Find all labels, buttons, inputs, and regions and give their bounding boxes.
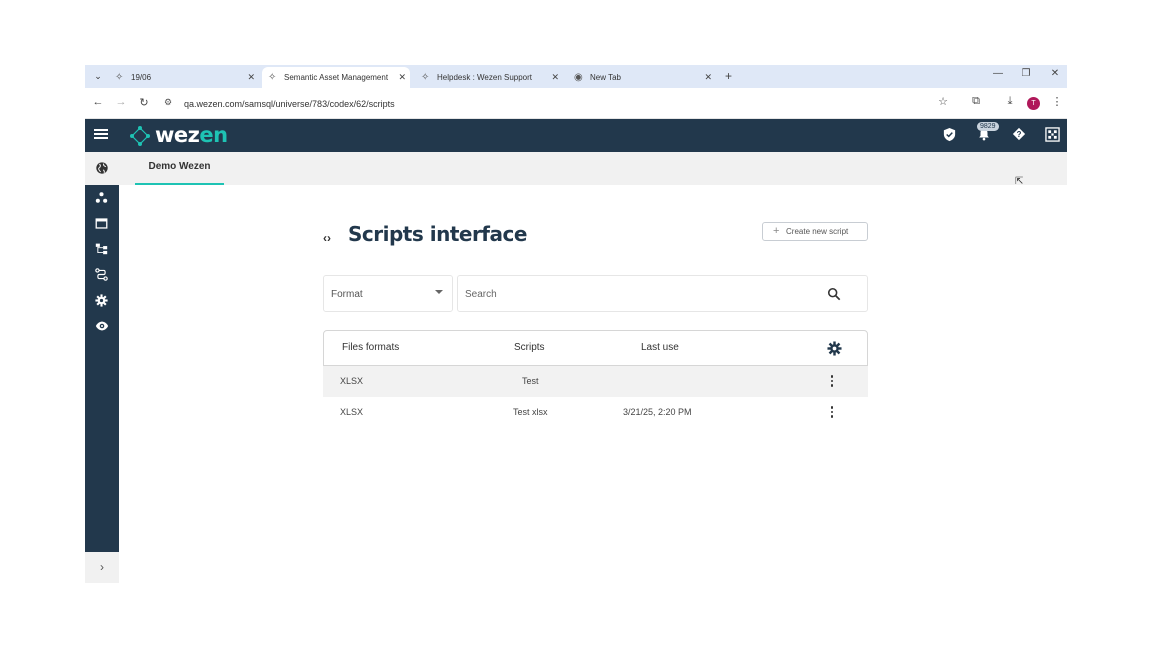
format-select[interactable]: Format [323, 275, 453, 312]
url-text: qa.wezen.com/samsql/universe/783/codex/6… [184, 99, 395, 109]
scripts-table: Files formats Scripts Last use XLSX Test… [323, 330, 868, 428]
table-row[interactable]: XLSX Test xlsx 3/21/25, 2:20 PM [323, 397, 868, 428]
plus-icon: + [773, 225, 780, 237]
tab-label: Semantic Asset Management [284, 73, 389, 82]
bookmark-star-icon[interactable]: ☆ [935, 95, 951, 108]
project-tab[interactable]: Demo Wezen [135, 152, 224, 185]
svg-text:?: ? [1016, 130, 1021, 139]
extensions-icon[interactable]: ⧉ [968, 95, 984, 108]
route-icon[interactable] [94, 268, 109, 283]
page-title: Scripts interface [348, 222, 527, 246]
notification-badge: 9829 [977, 122, 999, 131]
close-tab-icon[interactable]: ✕ [247, 67, 255, 88]
column-header-scripts[interactable]: Scripts [514, 342, 545, 353]
tab-search-chevron-icon[interactable]: ⌄ [91, 69, 105, 83]
create-new-script-button[interactable]: + Create new script [762, 222, 868, 241]
expand-sidebar-chevron-icon[interactable]: › [85, 552, 119, 583]
browser-tab-3[interactable]: ✧ Helpdesk : Wezen Support ✕ [415, 67, 563, 88]
wezen-logo-mark-icon [130, 126, 150, 146]
sidebar [85, 185, 119, 552]
format-placeholder: Format [331, 289, 363, 300]
tab-label: 19/06 [131, 73, 152, 82]
column-header-files-formats[interactable]: Files formats [342, 342, 399, 353]
close-tab-icon[interactable]: ✕ [551, 67, 559, 88]
browser-menu-icon[interactable]: ⋮ [1049, 95, 1065, 108]
wezen-favicon-icon: ✧ [115, 72, 124, 83]
tab-strip: ⌄ ✧ 19/06 ✕ ✧ Semantic Asset Management … [85, 65, 1067, 88]
logo-text: wezen [155, 123, 228, 147]
url-field[interactable]: ⚙ qa.wezen.com/samsql/universe/783/codex… [158, 93, 958, 115]
caret-down-icon [435, 290, 443, 294]
tab-label: Helpdesk : Wezen Support [437, 73, 533, 82]
forward-icon[interactable]: → [114, 96, 128, 108]
cell-last-use: 3/21/25, 2:20 PM [623, 407, 692, 417]
cell-script: Test xlsx [513, 407, 548, 417]
search-placeholder: Search [465, 289, 497, 300]
tab-label: New Tab [590, 73, 621, 82]
restore-icon[interactable]: ❐ [1019, 68, 1033, 79]
code-brackets-icon: ‹› [323, 231, 331, 245]
project-tab-bar: Demo Wezen ⇱ [119, 152, 1067, 187]
close-window-icon[interactable]: ✕ [1048, 68, 1062, 79]
chrome-favicon-icon: ◉ [574, 72, 583, 83]
cell-script: Test [522, 376, 539, 386]
browser-tab-1[interactable]: ✧ 19/06 ✕ [109, 67, 259, 88]
settings-gear-icon[interactable] [94, 294, 109, 309]
window-icon[interactable] [94, 217, 109, 232]
address-bar: ← → ↻ ⚙ qa.wezen.com/samsql/universe/783… [85, 88, 1067, 119]
hamburger-menu-icon[interactable] [94, 127, 108, 141]
download-icon[interactable]: ⤓ [1002, 95, 1018, 108]
qr-grid-icon[interactable] [1044, 127, 1061, 144]
sidebar-top [85, 152, 119, 185]
new-tab-icon[interactable]: + [725, 67, 732, 86]
cell-format: XLSX [340, 407, 364, 417]
globe-icon[interactable] [94, 161, 109, 176]
browser-tab-4[interactable]: ◉ New Tab ✕ [568, 67, 716, 88]
column-header-last-use[interactable]: Last use [641, 342, 679, 353]
table-settings-gear-icon[interactable] [827, 341, 842, 356]
reload-icon[interactable]: ↻ [137, 96, 151, 109]
back-icon[interactable]: ← [91, 96, 105, 108]
hierarchy-icon[interactable] [94, 242, 109, 257]
shield-check-icon[interactable] [941, 127, 958, 144]
nodes-icon[interactable] [94, 191, 109, 206]
close-tab-icon[interactable]: ✕ [398, 67, 406, 88]
close-tab-icon[interactable]: ✕ [704, 67, 712, 88]
browser-window: ⌄ ✧ 19/06 ✕ ✧ Semantic Asset Management … [85, 65, 1067, 583]
profile-avatar[interactable]: T [1027, 97, 1040, 110]
search-icon[interactable] [827, 287, 841, 301]
wezen-favicon-icon: ✧ [268, 72, 277, 83]
create-button-label: Create new script [786, 227, 849, 236]
minimize-icon[interactable]: — [991, 68, 1005, 79]
cell-format: XLSX [340, 376, 364, 386]
row-menu-kebab-icon[interactable] [830, 375, 834, 388]
help-icon[interactable]: ? [1010, 127, 1027, 144]
eye-icon[interactable] [94, 319, 109, 334]
browser-tab-2[interactable]: ✧ Semantic Asset Management ✕ [262, 67, 410, 88]
wezen-favicon-icon: ✧ [421, 72, 430, 83]
table-header: Files formats Scripts Last use [323, 330, 868, 366]
row-menu-kebab-icon[interactable] [830, 406, 834, 419]
search-input[interactable]: Search [457, 275, 868, 312]
filter-bar: Format Search [323, 275, 868, 312]
main-content: ‹› Scripts interface + Create new script… [119, 185, 1067, 583]
app-header: wezen 9829 ? [85, 119, 1067, 152]
table-row[interactable]: XLSX Test [323, 366, 868, 397]
site-settings-icon[interactable]: ⚙ [164, 97, 172, 108]
